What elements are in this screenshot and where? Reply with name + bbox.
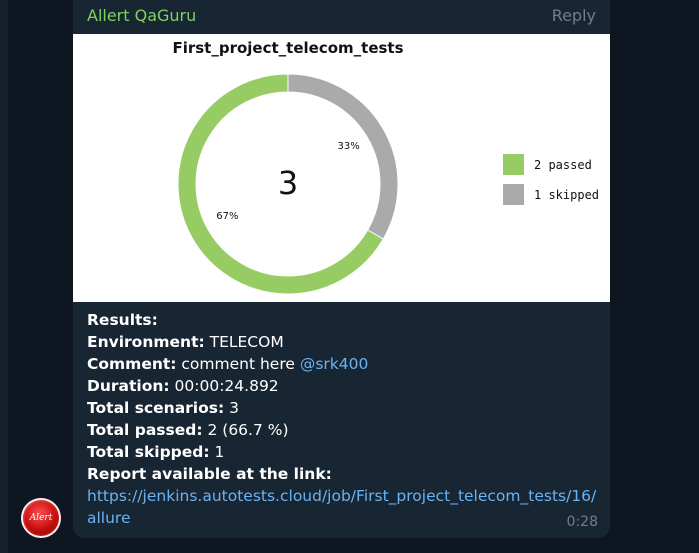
chart-slice-1-skipped <box>287 73 399 240</box>
total-scenarios-value: 3 <box>224 399 239 417</box>
total-passed-row: Total passed: 2 (66.7 %) <box>87 419 596 441</box>
chart-legend: 2 passed 1 skipped <box>503 154 599 205</box>
total-scenarios-row: Total scenarios: 3 <box>87 397 596 419</box>
chart-percent-label: 33% <box>338 141 360 152</box>
results-text: Results: Environment: TELECOM Comment: c… <box>87 309 596 529</box>
report-label: Report available at the link: <box>87 465 332 483</box>
legend-label: 1 skipped <box>534 188 599 202</box>
report-link-line-2[interactable]: allure <box>87 507 596 529</box>
duration-label: Duration: <box>87 377 170 395</box>
comment-row: Comment: comment here @srk400 <box>87 353 596 375</box>
environment-row: Environment: TELECOM <box>87 331 596 353</box>
chart-image[interactable]: First_project_telecom_tests 3 33% 67% 2 p… <box>73 34 610 302</box>
total-scenarios-label: Total scenarios: <box>87 399 225 417</box>
message-header: Allert QaGuru Reply <box>87 6 596 28</box>
sender-avatar[interactable]: Alert <box>21 498 61 538</box>
legend-swatch <box>503 154 524 175</box>
total-passed-label: Total passed: <box>87 421 203 439</box>
chart-title: First_project_telecom_tests <box>172 39 403 57</box>
chart-center-total: 3 <box>278 164 298 202</box>
legend-label: 2 passed <box>534 158 592 172</box>
reply-button[interactable]: Reply <box>552 6 596 25</box>
total-passed-value: 2 (66.7 %) <box>202 421 289 439</box>
donut-chart: First_project_telecom_tests 3 33% 67% 2 p… <box>172 39 599 295</box>
results-heading: Results: <box>87 311 158 329</box>
alert-logo-icon: Alert <box>25 502 57 534</box>
report-link-line-1[interactable]: https://jenkins.autotests.cloud/job/Firs… <box>87 485 596 507</box>
sender-name[interactable]: Allert QaGuru <box>87 6 196 25</box>
message-timestamp: 0:28 <box>566 514 598 530</box>
duration-value: 00:00:24.892 <box>169 377 279 395</box>
total-skipped-label: Total skipped: <box>87 443 210 461</box>
duration-row: Duration: 00:00:24.892 <box>87 375 596 397</box>
message-bubble[interactable]: Allert QaGuru Reply First_project_teleco… <box>73 0 610 538</box>
comment-value: comment here <box>176 355 300 373</box>
user-mention-link[interactable]: @srk400 <box>300 355 369 373</box>
total-skipped-value: 1 <box>209 443 225 461</box>
avatar-label: Alert <box>29 513 53 523</box>
comment-label: Comment: <box>87 355 177 373</box>
chart-percent-label: 67% <box>216 211 238 222</box>
chat-list-edge <box>0 0 8 553</box>
legend-swatch <box>503 184 524 205</box>
environment-value: TELECOM <box>204 333 284 351</box>
total-skipped-row: Total skipped: 1 <box>87 441 596 463</box>
report-link[interactable]: https://jenkins.autotests.cloud/job/Firs… <box>87 485 596 529</box>
environment-label: Environment: <box>87 333 205 351</box>
